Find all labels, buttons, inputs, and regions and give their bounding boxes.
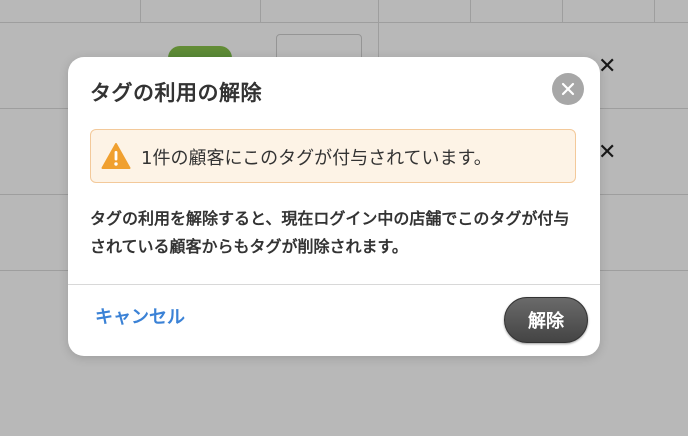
cancel-button[interactable]: キャンセル <box>95 303 185 329</box>
warning-icon <box>101 143 131 169</box>
dialog-divider <box>68 284 600 285</box>
close-icon <box>561 82 575 96</box>
remove-confirm-button[interactable]: 解除 <box>504 297 588 343</box>
close-button[interactable] <box>552 73 584 105</box>
dialog-title: タグの利用の解除 <box>90 81 262 105</box>
warning-alert: 1件の顧客にこのタグが付与されています。 <box>90 129 576 183</box>
remove-tag-dialog: タグの利用の解除 1件の顧客にこのタグが付与されています。 タグの利用を解除する… <box>68 57 600 356</box>
warning-text: 1件の顧客にこのタグが付与されています。 <box>141 148 492 169</box>
dialog-description: タグの利用を解除すると、現在ログイン中の店舗でこのタグが付与されている顧客からも… <box>90 209 570 256</box>
